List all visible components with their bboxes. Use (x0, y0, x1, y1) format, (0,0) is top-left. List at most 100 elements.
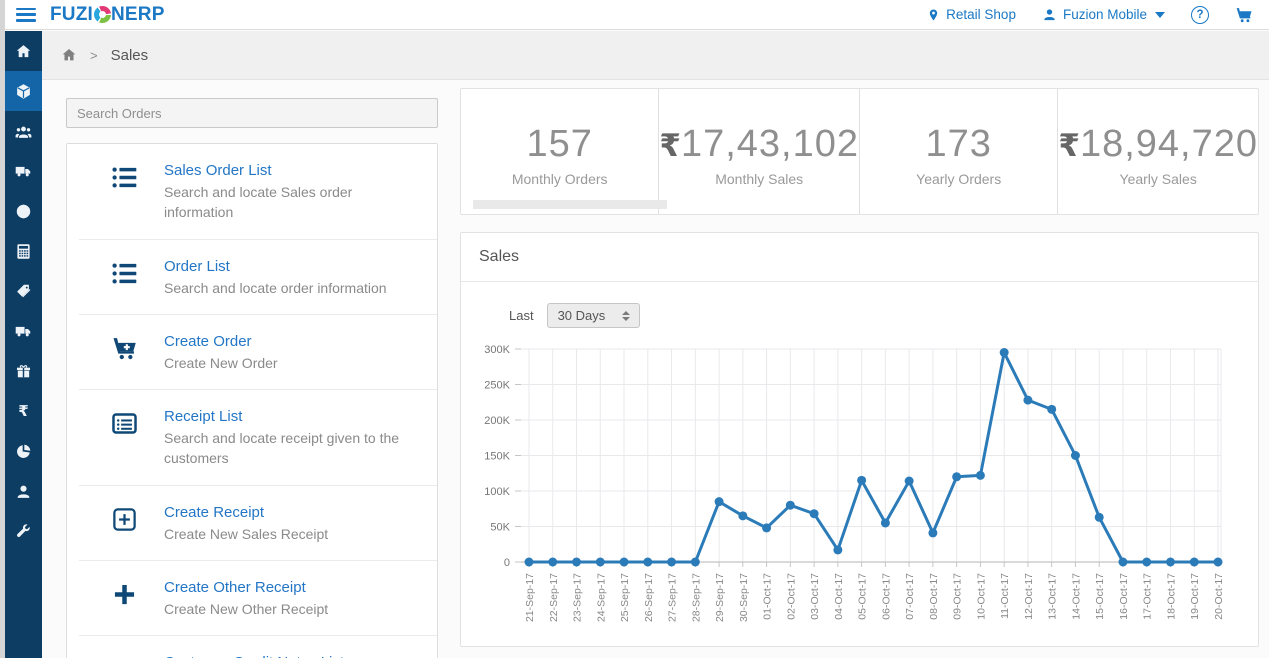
chart-data-point[interactable] (810, 509, 819, 518)
menu-link[interactable]: Create Order (164, 331, 252, 352)
x-axis-label: 16-Oct-17 (1118, 573, 1130, 620)
chart-data-point[interactable] (738, 511, 747, 520)
sidebar-item-delivery[interactable] (5, 151, 42, 191)
chart-data-point[interactable] (857, 476, 866, 485)
truck-icon (15, 163, 32, 180)
rupee-icon: ₹ (18, 402, 28, 420)
stat-monthly-sales: ₹17,43,102 Monthly Sales (658, 89, 859, 214)
y-axis-label: 50K (490, 522, 510, 534)
chart-data-point[interactable] (762, 523, 771, 532)
kpi-stats-panel: 157 Monthly Orders ₹17,43,102 Monthly Sa… (460, 88, 1259, 215)
truck-icon (15, 323, 32, 340)
sidebar-item-settings[interactable] (5, 511, 42, 551)
chart-data-point[interactable] (1023, 396, 1032, 405)
x-axis-label: 08-Oct-17 (928, 573, 940, 620)
chart-data-point[interactable] (1118, 558, 1127, 567)
chart-data-point[interactable] (1000, 348, 1009, 357)
sidebar-item-promotions[interactable] (5, 351, 42, 391)
x-axis-label: 02-Oct-17 (785, 573, 797, 620)
sales-line-chart: 050K100K150K200K250K300K21-Sep-1722-Sep-… (463, 333, 1258, 635)
x-axis-label: 26-Sep-17 (643, 573, 655, 622)
x-axis-label: 13-Oct-17 (1047, 573, 1059, 620)
menu-description: Create New Sales Receipt (164, 524, 328, 544)
sidebar-item-web[interactable] (5, 191, 42, 231)
chart-data-point[interactable] (1214, 558, 1223, 567)
chart-data-point[interactable] (715, 497, 724, 506)
chart-data-point[interactable] (691, 558, 700, 567)
chart-data-point[interactable] (928, 528, 937, 537)
search-input[interactable] (66, 98, 438, 128)
x-axis-label: 18-Oct-17 (1165, 573, 1177, 620)
stat-label: Monthly Sales (715, 171, 803, 187)
menu-item-receipt-list: Receipt List Search and locate receipt g… (79, 389, 437, 485)
y-axis-label: 200K (484, 415, 510, 427)
chart-data-point[interactable] (572, 558, 581, 567)
sidebar-item-customers[interactable] (5, 111, 42, 151)
hamburger-menu-button[interactable] (16, 8, 36, 22)
menu-link[interactable]: Order List (164, 256, 230, 277)
shopping-cart-icon (1235, 6, 1253, 24)
chart-data-point[interactable] (667, 558, 676, 567)
x-axis-label: 22-Sep-17 (548, 573, 560, 622)
x-axis-label: 05-Oct-17 (857, 573, 869, 620)
home-icon[interactable] (61, 47, 77, 63)
chart-data-point[interactable] (833, 545, 842, 554)
select-arrows-icon (619, 309, 633, 323)
chart-data-point[interactable] (1047, 405, 1056, 414)
chart-data-point[interactable] (1142, 558, 1151, 567)
x-axis-label: 03-Oct-17 (809, 573, 821, 620)
chart-data-point[interactable] (1166, 558, 1175, 567)
y-axis-label: 100K (484, 486, 510, 498)
y-axis-label: 300K (484, 344, 510, 356)
sidebar-item-shipping[interactable] (5, 311, 42, 351)
chart-data-point[interactable] (596, 558, 605, 567)
help-button[interactable]: ? (1191, 6, 1209, 24)
date-range-select[interactable]: 30 Days (547, 303, 641, 328)
sales-chart-panel: Sales Last 30 Days 050K100K150K200K250K3… (460, 232, 1259, 647)
sidebar-item-accounting[interactable] (5, 231, 42, 271)
menu-item-order-list: Order List Search and locate order infor… (79, 239, 437, 314)
menu-link[interactable]: Create Receipt (164, 502, 264, 523)
x-axis-label: 25-Sep-17 (619, 573, 631, 622)
chart-data-point[interactable] (525, 558, 534, 567)
x-axis-label: 17-Oct-17 (1142, 573, 1154, 620)
cart-button[interactable] (1235, 6, 1253, 24)
y-axis-label: 150K (484, 451, 510, 463)
user-menu[interactable]: Fuzion Mobile (1042, 7, 1165, 22)
horizontal-scrollbar-thumb[interactable] (473, 200, 667, 209)
chart-data-point[interactable] (620, 558, 629, 567)
menu-link[interactable]: Sales Order List (164, 160, 272, 181)
sidebar-item-account[interactable] (5, 471, 42, 511)
chart-data-point[interactable] (1071, 451, 1080, 460)
chart-data-point[interactable] (905, 477, 914, 486)
chart-data-point[interactable] (786, 501, 795, 510)
chart-data-point[interactable] (976, 471, 985, 480)
chart-data-point[interactable] (548, 558, 557, 567)
sidebar-item-payments[interactable]: ₹ (5, 391, 42, 431)
menu-item-create-receipt: Create Receipt Create New Sales Receipt (79, 485, 437, 560)
chart-data-point[interactable] (1095, 513, 1104, 522)
menu-link[interactable]: Receipt List (164, 406, 242, 427)
chart-data-point[interactable] (1190, 558, 1199, 567)
app-logo[interactable]: FUZI NERP (50, 4, 165, 26)
sidebar-item-pricing[interactable] (5, 271, 42, 311)
chart-data-point[interactable] (881, 518, 890, 527)
breadcrumb-separator: > (90, 48, 98, 63)
menu-link[interactable]: Create Other Receipt (164, 577, 306, 598)
x-axis-label: 19-Oct-17 (1189, 573, 1201, 620)
stat-label: Yearly Sales (1120, 171, 1197, 187)
menu-description: Search and locate order information (164, 278, 387, 298)
chart-filter-row: Last 30 Days (509, 303, 1258, 328)
sidebar-item-reports[interactable] (5, 431, 42, 471)
chart-data-point[interactable] (643, 558, 652, 567)
sidebar-item-home[interactable] (5, 31, 42, 71)
chart-data-point[interactable] (952, 472, 961, 481)
plus-square-icon (107, 506, 141, 533)
x-axis-label: 12-Oct-17 (1023, 573, 1035, 620)
x-axis-label: 20-Oct-17 (1213, 573, 1225, 620)
sidebar-item-products[interactable] (5, 71, 42, 111)
shop-name: Retail Shop (946, 7, 1016, 22)
stat-label: Monthly Orders (512, 171, 608, 187)
menu-link[interactable]: Customer Credit Notes List (164, 652, 344, 658)
shop-selector[interactable]: Retail Shop (927, 7, 1016, 23)
